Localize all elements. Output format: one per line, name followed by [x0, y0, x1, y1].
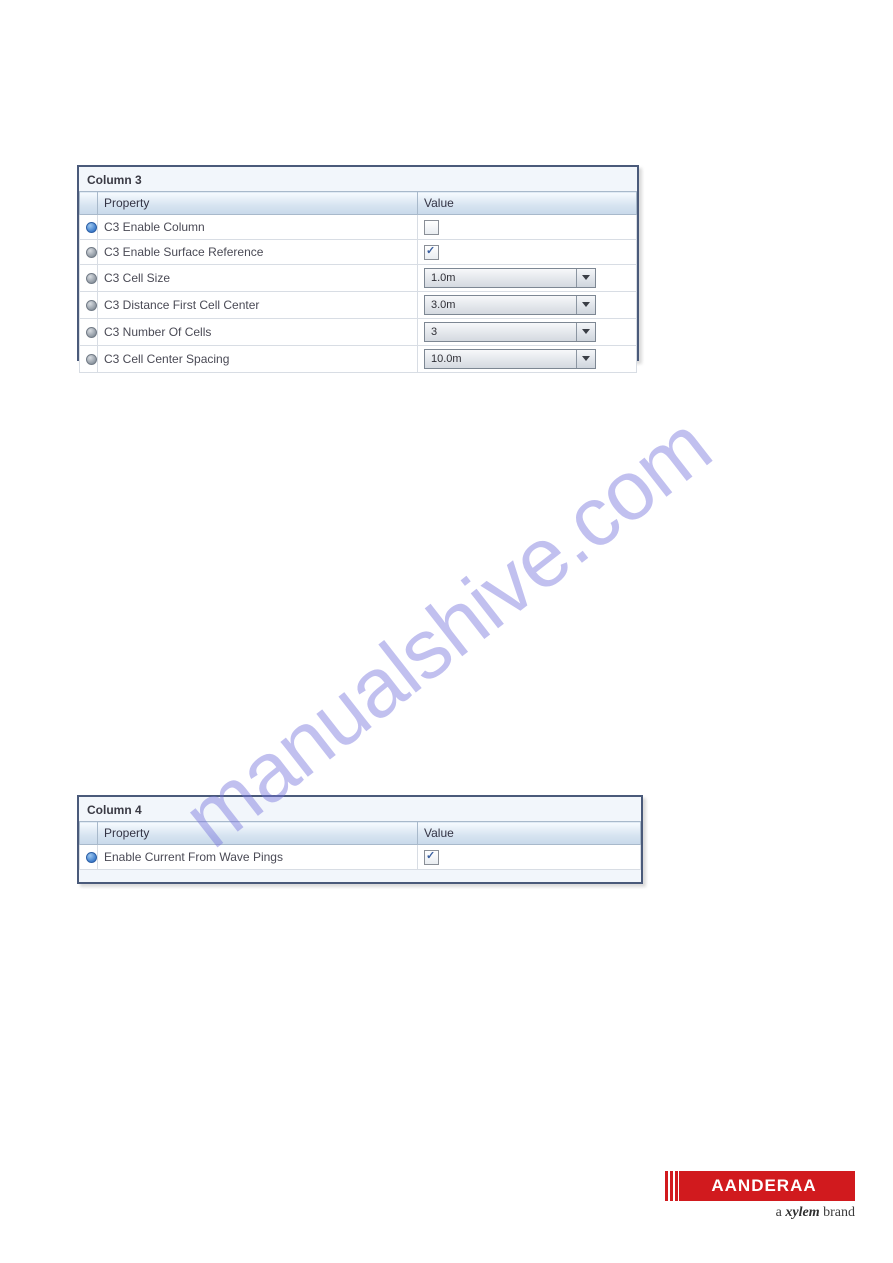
property-label: C3 Cell Size — [98, 265, 418, 292]
logo-band: AANDERAA — [663, 1171, 855, 1201]
row-bullet-icon — [86, 852, 97, 863]
distance-first-cell-combo[interactable]: 3.0m — [424, 295, 596, 315]
chevron-down-icon — [576, 269, 595, 287]
enable-current-from-wave-checkbox[interactable] — [424, 850, 439, 865]
table-row: Enable Current From Wave Pings — [80, 845, 641, 870]
property-label: C3 Enable Surface Reference — [98, 240, 418, 265]
row-bullet-icon — [86, 273, 97, 284]
row-bullet-icon — [86, 354, 97, 365]
enable-column-checkbox[interactable] — [424, 220, 439, 235]
combo-value: 3 — [425, 326, 576, 338]
property-table: Property Value C3 Enable Column C3 Enabl… — [79, 191, 637, 373]
row-bullet-icon — [86, 222, 97, 233]
number-of-cells-combo[interactable]: 3 — [424, 322, 596, 342]
combo-value: 10.0m — [425, 353, 576, 365]
table-header-row: Property Value — [80, 192, 637, 215]
row-bullet-icon — [86, 327, 97, 338]
logo-tagline: a xylem brand — [663, 1201, 855, 1221]
tagline-prefix: a — [776, 1205, 786, 1220]
table-row: C3 Enable Surface Reference — [80, 240, 637, 265]
table-row: C3 Number Of Cells 3 — [80, 319, 637, 346]
row-bullet-icon — [86, 300, 97, 311]
logo-stripe-icon — [663, 1171, 679, 1201]
table-row: C3 Enable Column — [80, 215, 637, 240]
table-row: C3 Distance First Cell Center 3.0m — [80, 292, 637, 319]
column3-panel: Column 3 Property Value C3 Enable Column… — [77, 165, 639, 361]
combo-value: 3.0m — [425, 299, 576, 311]
tagline-suffix: brand — [820, 1205, 855, 1220]
tagline-brand: xylem — [785, 1205, 819, 1220]
header-value: Value — [418, 822, 641, 845]
property-table: Property Value Enable Current From Wave … — [79, 821, 641, 870]
chevron-down-icon — [576, 323, 595, 341]
combo-value: 1.0m — [425, 272, 576, 284]
cell-center-spacing-combo[interactable]: 10.0m — [424, 349, 596, 369]
chevron-down-icon — [576, 296, 595, 314]
table-row: C3 Cell Size 1.0m — [80, 265, 637, 292]
header-property: Property — [98, 822, 418, 845]
panel-title: Column 4 — [79, 797, 641, 821]
enable-surface-ref-checkbox[interactable] — [424, 245, 439, 260]
header-value: Value — [418, 192, 637, 215]
property-label: C3 Enable Column — [98, 215, 418, 240]
brand-logo: AANDERAA a xylem brand — [663, 1171, 855, 1221]
property-label: C3 Distance First Cell Center — [98, 292, 418, 319]
property-label: C3 Cell Center Spacing — [98, 346, 418, 373]
column4-panel: Column 4 Property Value Enable Current F… — [77, 795, 643, 884]
chevron-down-icon — [576, 350, 595, 368]
panel-title: Column 3 — [79, 167, 637, 191]
logo-text: AANDERAA — [711, 1176, 816, 1196]
cell-size-combo[interactable]: 1.0m — [424, 268, 596, 288]
table-header-row: Property Value — [80, 822, 641, 845]
property-label: Enable Current From Wave Pings — [98, 845, 418, 870]
header-property: Property — [98, 192, 418, 215]
property-label: C3 Number Of Cells — [98, 319, 418, 346]
table-row: C3 Cell Center Spacing 10.0m — [80, 346, 637, 373]
row-bullet-icon — [86, 247, 97, 258]
